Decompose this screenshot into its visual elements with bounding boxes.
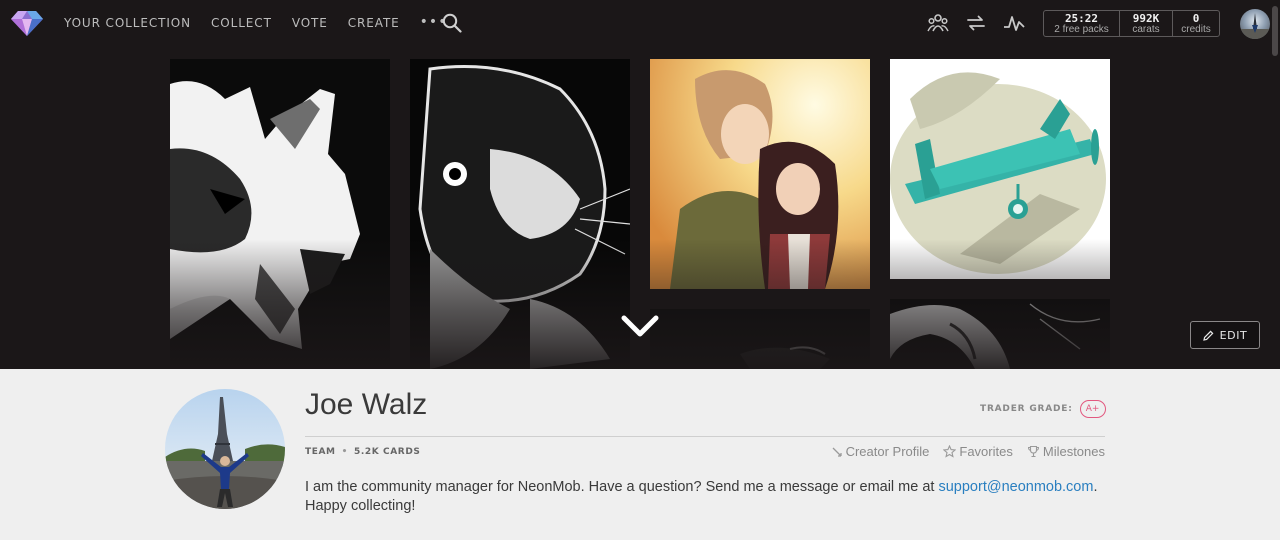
- trade-icon[interactable]: [965, 12, 987, 34]
- star-icon: [943, 445, 957, 458]
- creator-icon: [832, 447, 842, 457]
- favorites-label: Favorites: [959, 444, 1013, 459]
- favorites-link[interactable]: Favorites: [943, 444, 1013, 459]
- currency-stats[interactable]: 25:22 2 free packs 992K carats 0 credits: [1043, 10, 1220, 37]
- nav-vote[interactable]: VOTE: [292, 16, 328, 30]
- cards-count: 5.2K CARDS: [353, 447, 421, 457]
- profile-name: Joe Walz: [305, 388, 428, 421]
- top-nav: YOUR COLLECTION COLLECT VOTE CREATE ••• …: [0, 0, 1280, 56]
- trader-grade-label: TRADER GRADE:: [980, 404, 1073, 414]
- user-avatar[interactable]: [1240, 9, 1270, 39]
- support-email-link[interactable]: support@neonmob.com: [938, 479, 1093, 495]
- profile-banner: EDIT: [0, 46, 1280, 369]
- profile-avatar[interactable]: [165, 389, 285, 509]
- credits-label: credits: [1181, 23, 1211, 35]
- credits-stat: 0 credits: [1172, 11, 1219, 36]
- trader-grade-badge[interactable]: A+: [1079, 400, 1106, 418]
- activity-icon[interactable]: [1003, 12, 1025, 34]
- team-label: TEAM: [305, 447, 336, 457]
- nav-create[interactable]: CREATE: [348, 16, 400, 30]
- search-icon[interactable]: [442, 13, 462, 33]
- featured-card-sketch[interactable]: [890, 299, 1110, 369]
- profile-bio: I am the community manager for NeonMob. …: [305, 478, 1105, 515]
- featured-card-anime-couple[interactable]: [650, 59, 870, 289]
- carats-stat: 992K carats: [1119, 11, 1172, 36]
- profile-divider: [305, 436, 1105, 437]
- pencil-icon: [1202, 330, 1214, 341]
- milestones-link[interactable]: Milestones: [1027, 444, 1105, 459]
- featured-card-airplane[interactable]: [890, 59, 1110, 279]
- credits-value: 0: [1192, 11, 1200, 25]
- nav-your-collection[interactable]: YOUR COLLECTION: [64, 16, 191, 30]
- featured-card-otter[interactable]: [410, 59, 630, 369]
- creator-profile-link[interactable]: Creator Profile: [831, 444, 930, 459]
- free-packs-timer: 25:22 2 free packs: [1044, 11, 1119, 36]
- edit-banner-button[interactable]: EDIT: [1190, 321, 1260, 349]
- profile-links: Creator Profile Favorites Milestones: [817, 444, 1105, 459]
- trader-grade: TRADER GRADE: A+: [980, 400, 1106, 418]
- nav-collect[interactable]: COLLECT: [211, 16, 272, 30]
- profile-meta: TEAM • 5.2K CARDS: [305, 447, 420, 457]
- edit-label: EDIT: [1219, 328, 1248, 342]
- trophy-icon: [1027, 445, 1039, 458]
- featured-card-dark-1[interactable]: [650, 309, 870, 369]
- milestones-label: Milestones: [1042, 444, 1105, 459]
- chevron-down-icon[interactable]: [620, 314, 660, 340]
- carats-value: 992K: [1132, 11, 1160, 25]
- community-icon[interactable]: [927, 12, 949, 34]
- bio-text: I am the community manager for NeonMob. …: [305, 479, 935, 495]
- featured-card-bat[interactable]: [170, 59, 390, 369]
- free-packs-label: 2 free packs: [1054, 23, 1109, 35]
- creator-profile-label: Creator Profile: [845, 444, 930, 459]
- main-nav-links: YOUR COLLECTION COLLECT VOTE CREATE •••: [64, 0, 465, 46]
- free-packs-time: 25:22: [1064, 11, 1099, 25]
- meta-separator: •: [341, 447, 348, 457]
- carats-label: carats: [1132, 23, 1160, 35]
- neonmob-logo-icon[interactable]: [10, 9, 44, 37]
- page-scrollbar[interactable]: [1272, 6, 1278, 56]
